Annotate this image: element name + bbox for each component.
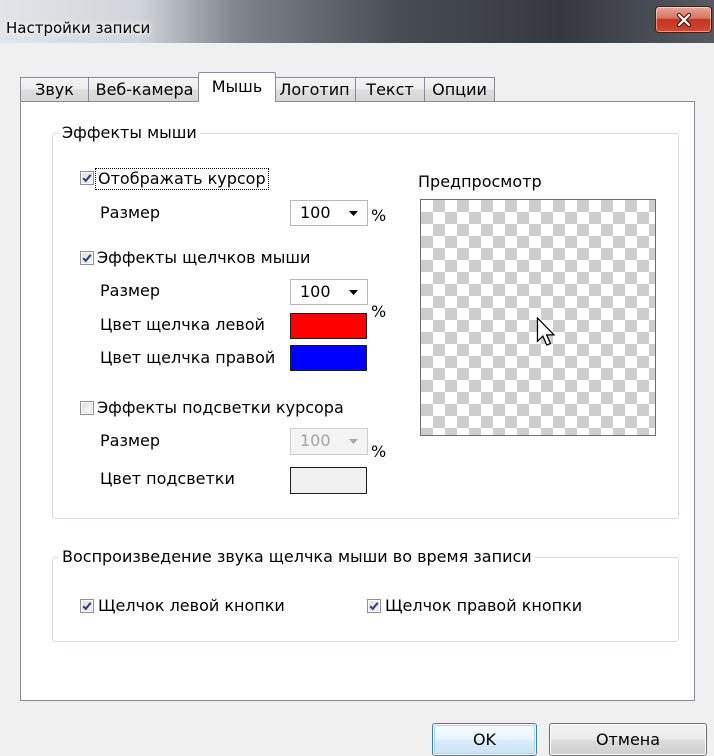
cursor-size-value: 100 bbox=[300, 203, 331, 222]
close-icon bbox=[676, 12, 691, 27]
highlight-color-swatch[interactable] bbox=[290, 467, 367, 494]
tab-mouse[interactable]: Мышь bbox=[198, 72, 276, 102]
chevron-down-icon bbox=[349, 290, 358, 295]
show-cursor-label[interactable]: Отображать курсор bbox=[95, 168, 269, 190]
click-effects-label[interactable]: Эффекты щелчков мыши bbox=[97, 248, 310, 268]
chevron-down-icon bbox=[349, 439, 358, 444]
close-button[interactable] bbox=[655, 6, 712, 33]
right-click-sound-checkbox[interactable] bbox=[367, 599, 381, 613]
highlight-label[interactable]: Эффекты подсветки курсора bbox=[97, 398, 344, 418]
highlight-checkbox[interactable] bbox=[80, 401, 94, 415]
cancel-button[interactable]: Отмена bbox=[549, 723, 707, 756]
right-click-color-swatch[interactable] bbox=[290, 345, 367, 371]
tab-webcam[interactable]: Веб-камера bbox=[88, 77, 201, 101]
click-sound-group-title: Воспроизведение звука щелчка мыши во вре… bbox=[59, 547, 535, 567]
tab-sound[interactable]: Звук bbox=[20, 77, 89, 101]
right-click-color-label: Цвет щелчка правой bbox=[100, 348, 276, 367]
checkmark-icon bbox=[369, 602, 379, 611]
cursor-size-dropdown[interactable]: 100 bbox=[290, 200, 368, 226]
highlight-color-label: Цвет подсветки bbox=[100, 469, 235, 488]
chevron-down-icon bbox=[349, 211, 358, 216]
tab-options[interactable]: Опции bbox=[424, 77, 495, 101]
click-effects-checkbox[interactable] bbox=[80, 251, 94, 265]
left-click-sound-checkbox[interactable] bbox=[80, 599, 94, 613]
tab-text[interactable]: Текст bbox=[355, 77, 425, 101]
checkmark-icon bbox=[82, 602, 92, 611]
arrow-cursor-icon bbox=[536, 317, 556, 346]
tab-logo[interactable]: Логотип bbox=[273, 77, 356, 101]
cursor-size-unit: % bbox=[371, 206, 387, 225]
mouse-effects-group-title: Эффекты мыши bbox=[59, 123, 200, 143]
left-click-color-label: Цвет щелчка левой bbox=[100, 315, 265, 334]
cursor-size-label: Размер bbox=[100, 203, 161, 222]
preview-canvas bbox=[420, 199, 656, 436]
highlight-size-dropdown[interactable]: 100 bbox=[290, 428, 368, 455]
preview-label: Предпросмотр bbox=[418, 172, 542, 191]
click-size-label: Размер bbox=[100, 281, 161, 300]
click-size-value: 100 bbox=[300, 282, 331, 301]
highlight-size-unit: % bbox=[371, 442, 387, 461]
checkmark-icon bbox=[82, 254, 92, 263]
window-title: Настройки записи bbox=[6, 19, 151, 37]
right-click-sound-label[interactable]: Щелчок правой кнопки bbox=[385, 596, 582, 616]
click-size-unit: % bbox=[371, 302, 387, 321]
checkmark-icon bbox=[82, 174, 92, 183]
ok-button[interactable]: OK bbox=[432, 723, 537, 756]
click-size-dropdown[interactable]: 100 bbox=[290, 279, 368, 305]
left-click-color-swatch[interactable] bbox=[290, 313, 367, 339]
highlight-size-label: Размер bbox=[100, 431, 161, 450]
left-click-sound-label[interactable]: Щелчок левой кнопки bbox=[98, 596, 285, 616]
highlight-size-value: 100 bbox=[300, 431, 331, 450]
show-cursor-checkbox[interactable] bbox=[80, 171, 94, 185]
